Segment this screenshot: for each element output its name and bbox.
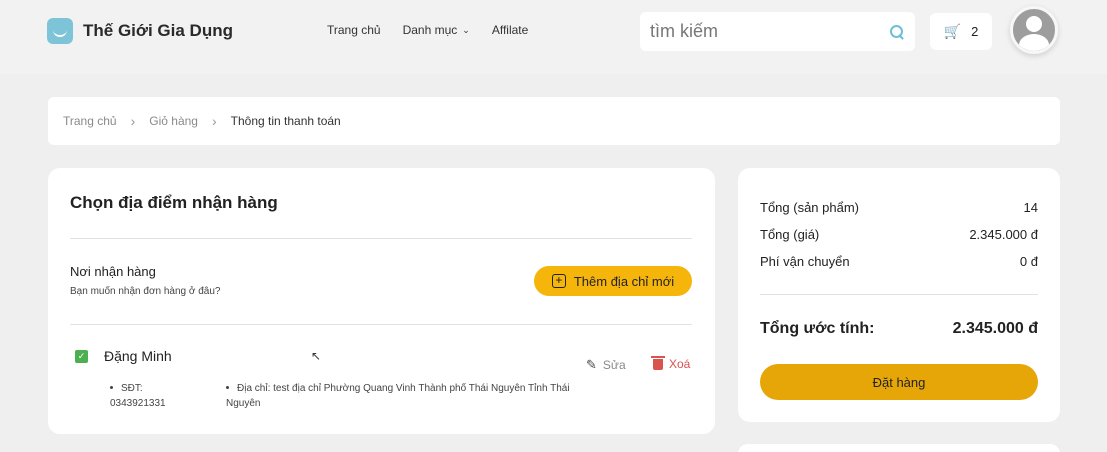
add-address-button[interactable]: + Thêm địa chỉ mới bbox=[534, 266, 692, 296]
address-detail: Địa chỉ: test địa chỉ Phường Quang Vinh … bbox=[226, 381, 586, 411]
address-phone: SĐT: 0343921331 bbox=[110, 381, 210, 411]
delete-label: Xoá bbox=[669, 357, 691, 371]
address-panel-title: Chọn địa điểm nhận hàng bbox=[70, 193, 278, 212]
summary-label: Phí vận chuyển bbox=[760, 254, 850, 269]
summary-label: Tổng (giá) bbox=[760, 227, 820, 242]
cart-button[interactable]: 🛒 2 bbox=[930, 13, 992, 50]
place-order-button[interactable]: Đặt hàng bbox=[760, 364, 1038, 400]
divider bbox=[760, 294, 1038, 295]
summary-value: 0 đ bbox=[1019, 254, 1038, 269]
secondary-panel bbox=[738, 444, 1060, 452]
summary-label: Tổng (sản phẩm) bbox=[760, 200, 859, 215]
cart-count: 2 bbox=[971, 24, 979, 39]
order-summary-panel: Tổng (sản phẩm) 14 Tổng (giá) 2.345.000 … bbox=[738, 168, 1060, 422]
summary-total: Tổng ước tính: 2.345.000 đ bbox=[760, 320, 1038, 338]
add-address-label: Thêm địa chỉ mới bbox=[573, 273, 675, 289]
nav-home-label: Trang chủ bbox=[327, 23, 381, 37]
phone-label: SĐT: bbox=[121, 383, 143, 394]
summary-value: 14 bbox=[1023, 200, 1038, 215]
edit-label: Sửa bbox=[602, 358, 626, 372]
summary-row-shipping: Phí vận chuyển 0 đ bbox=[760, 254, 1038, 269]
address-panel: Chọn địa điểm nhận hàng Nơi nhận hàng Bạ… bbox=[48, 168, 715, 434]
main-nav: Trang chủ Danh mục ⌄ Affilate bbox=[327, 23, 528, 37]
address-name: Đặng Minh bbox=[104, 348, 172, 364]
nav-affiliate-label: Affilate bbox=[491, 23, 529, 37]
plus-icon: + bbox=[551, 274, 566, 288]
avatar-body bbox=[1019, 34, 1049, 51]
chevron-down-icon: ⌄ bbox=[462, 24, 470, 35]
search-input[interactable] bbox=[650, 21, 889, 42]
nav-home[interactable]: Trang chủ bbox=[327, 23, 381, 37]
trash-icon bbox=[651, 355, 665, 370]
edit-address-button[interactable]: ✎ Sửa bbox=[586, 357, 626, 373]
bullet bbox=[110, 386, 113, 389]
delivery-section-title: Nơi nhận hàng bbox=[70, 264, 156, 279]
total-value: 2.345.000 đ bbox=[952, 320, 1038, 337]
avatar[interactable] bbox=[1010, 6, 1058, 54]
address-checkbox[interactable]: ✓ bbox=[75, 350, 88, 363]
brand-name: Thế Giới Gia Dụng bbox=[83, 21, 233, 40]
breadcrumb-home[interactable]: Trang chủ bbox=[63, 114, 117, 128]
shopping-bag-icon bbox=[47, 18, 73, 44]
breadcrumb-current: Thông tin thanh toán bbox=[230, 114, 341, 128]
search-icon[interactable] bbox=[889, 24, 905, 40]
nav-categories[interactable]: Danh mục ⌄ bbox=[403, 23, 470, 37]
mouse-cursor-icon: ↖ bbox=[311, 349, 322, 363]
phone-value: 0343921331 bbox=[110, 398, 166, 409]
summary-row-quantity: Tổng (sản phẩm) 14 bbox=[760, 200, 1038, 215]
summary-row-price: Tổng (giá) 2.345.000 đ bbox=[760, 227, 1038, 242]
total-label: Tổng ước tính: bbox=[760, 320, 875, 337]
address-label: Địa chỉ: bbox=[237, 383, 271, 394]
nav-categories-label: Danh mục bbox=[402, 23, 458, 37]
nav-affiliate[interactable]: Affilate bbox=[492, 23, 528, 37]
logo[interactable]: Thế Giới Gia Dụng bbox=[47, 18, 233, 44]
breadcrumb-cart[interactable]: Giỏ hàng bbox=[149, 114, 198, 128]
breadcrumb: Trang chủ › Giỏ hàng › Thông tin thanh t… bbox=[48, 97, 1060, 145]
chevron-right-icon: › bbox=[211, 113, 217, 129]
chevron-right-icon: › bbox=[130, 113, 136, 129]
avatar-head bbox=[1026, 16, 1042, 32]
bullet bbox=[226, 386, 229, 389]
search-bar bbox=[640, 12, 915, 51]
header: Thế Giới Gia Dụng Trang chủ Danh mục ⌄ Af… bbox=[0, 0, 1107, 74]
address-value: test địa chỉ Phường Quang Vinh Thành phố… bbox=[226, 383, 570, 409]
delete-address-button[interactable]: Xoá bbox=[651, 355, 691, 371]
summary-value: 2.345.000 đ bbox=[969, 227, 1038, 242]
divider bbox=[70, 238, 692, 239]
divider bbox=[70, 324, 692, 325]
delivery-section-subtitle: Bạn muốn nhận đơn hàng ở đâu? bbox=[70, 286, 221, 297]
cart-icon: 🛒 bbox=[943, 23, 962, 39]
pencil-icon: ✎ bbox=[586, 357, 597, 372]
